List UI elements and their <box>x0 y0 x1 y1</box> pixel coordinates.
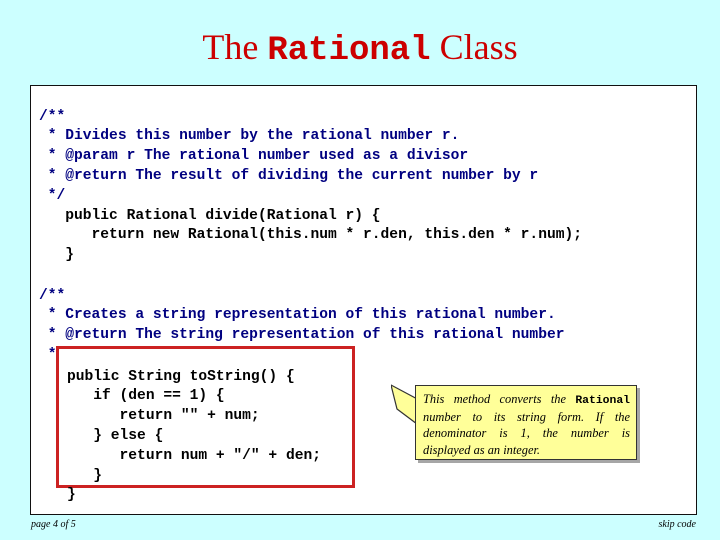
callout-text: This method converts the Rational number… <box>416 386 636 458</box>
callout-box: This method converts the Rational number… <box>415 385 637 460</box>
javadoc-comment-divide: /** * Divides this number by the rationa… <box>39 108 539 204</box>
method-divide-source: public Rational divide(Rational r) { ret… <box>65 207 582 264</box>
page-title-suffix: Class <box>430 27 518 67</box>
page-title-classname: Rational <box>267 32 431 70</box>
page-title-prefix: The <box>202 27 268 67</box>
callout-classname: Rational <box>575 395 630 407</box>
footer-page-number: page 4 of 5 <box>31 519 76 530</box>
callout-text-part1: This method converts the <box>423 392 576 406</box>
method-tostring-source: public String toString() { if (den == 1)… <box>67 368 321 504</box>
page-title: The Rational Class <box>0 26 720 72</box>
callout-text-part2: number to its string form. If the denomi… <box>423 410 630 457</box>
highlight-box-tostring: public String toString() { if (den == 1)… <box>56 346 355 503</box>
skip-code-link[interactable]: skip code <box>659 519 697 530</box>
